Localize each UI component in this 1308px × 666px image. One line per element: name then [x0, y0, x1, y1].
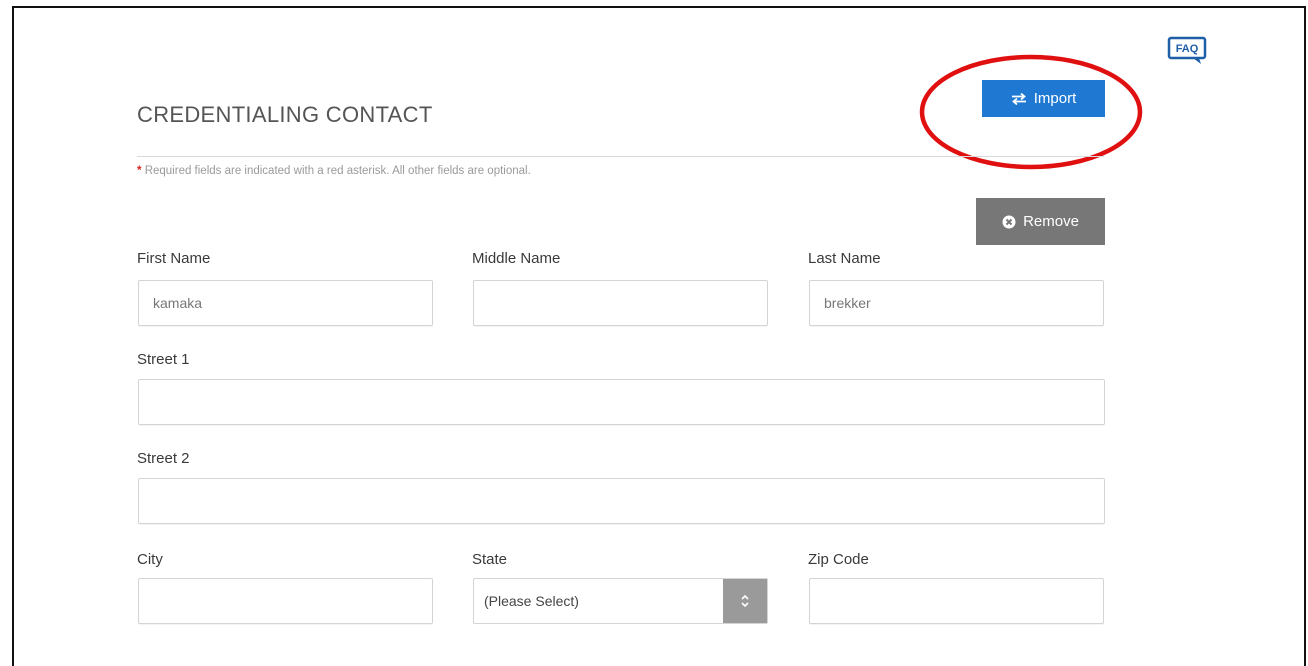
street2-field[interactable] — [138, 478, 1105, 524]
faq-icon[interactable]: FAQ — [1167, 36, 1207, 66]
zip-code-label: Zip Code — [808, 551, 869, 568]
first-name-field[interactable] — [138, 280, 433, 326]
state-select-value: (Please Select) — [484, 593, 579, 609]
swap-arrows-icon — [1011, 92, 1026, 105]
street2-label: Street 2 — [137, 450, 190, 467]
required-fields-note: * Required fields are indicated with a r… — [137, 165, 531, 177]
last-name-field[interactable] — [809, 280, 1104, 326]
state-select[interactable]: (Please Select) — [473, 578, 768, 624]
remove-button-label: Remove — [1023, 213, 1079, 230]
required-asterisk: * — [137, 165, 142, 177]
street1-label: Street 1 — [137, 351, 190, 368]
import-button-label: Import — [1033, 90, 1077, 107]
times-circle-icon — [1002, 215, 1016, 228]
middle-name-field[interactable] — [473, 280, 768, 326]
faq-label: FAQ — [1176, 43, 1199, 55]
last-name-label: Last Name — [808, 250, 881, 267]
state-label: State — [472, 551, 508, 568]
remove-button[interactable]: Remove — [976, 198, 1105, 245]
zip-code-field[interactable] — [809, 578, 1104, 624]
required-note-text: Required fields are indicated with a red… — [144, 165, 531, 177]
city-label: City — [137, 551, 163, 568]
middle-name-label: Middle Name — [472, 250, 561, 267]
city-field[interactable] — [138, 578, 433, 624]
street1-field[interactable] — [138, 379, 1105, 425]
select-caret[interactable] — [723, 579, 767, 623]
chevron-up-down-icon — [741, 594, 749, 608]
first-name-label: First Name — [137, 250, 211, 267]
page-title: CREDENTIALING CONTACT — [137, 102, 433, 127]
import-button[interactable]: Import — [982, 80, 1105, 117]
section-divider — [137, 156, 1104, 157]
